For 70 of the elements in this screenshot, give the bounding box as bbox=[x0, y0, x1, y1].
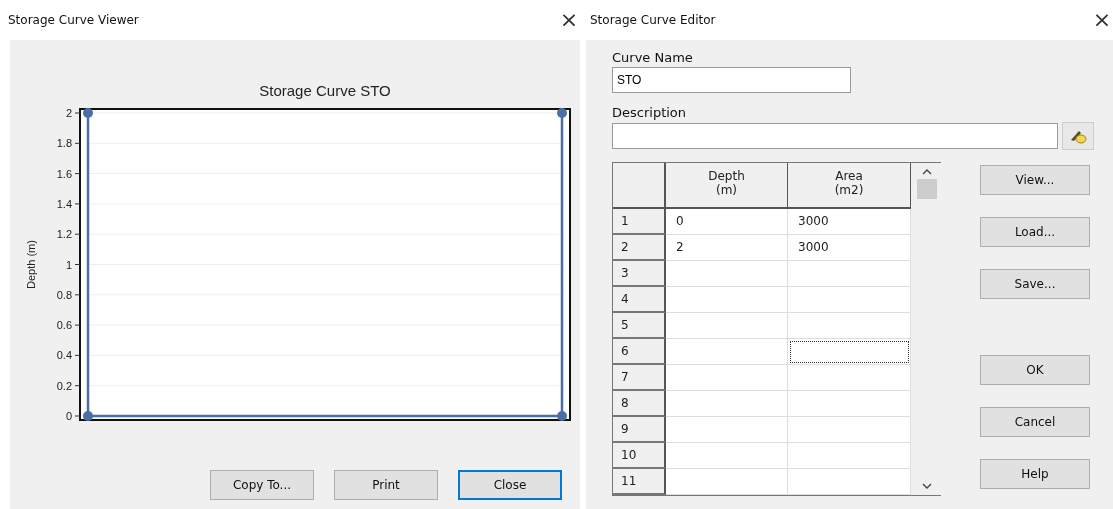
y-tick-label: 1.8 bbox=[56, 137, 72, 150]
dialog-button[interactable]: Print bbox=[334, 470, 438, 500]
table-cell[interactable] bbox=[666, 417, 788, 443]
y-tick-label: 0 bbox=[65, 410, 72, 422]
y-tick-label: 1.4 bbox=[56, 197, 72, 210]
table-cell[interactable] bbox=[788, 417, 911, 443]
dialog-button[interactable]: Save... bbox=[980, 269, 1090, 299]
table-cell[interactable]: 0 bbox=[666, 209, 788, 235]
scroll-thumb[interactable] bbox=[916, 179, 937, 199]
dialog-button[interactable]: View... bbox=[980, 165, 1090, 195]
dialog-button[interactable]: Cancel bbox=[980, 407, 1090, 437]
corner-header bbox=[613, 163, 666, 209]
hand-pencil-icon bbox=[1069, 128, 1087, 144]
dialog-button[interactable]: Help bbox=[980, 459, 1090, 489]
column-header: Area (m2) bbox=[788, 163, 911, 209]
y-tick-label: 1 bbox=[65, 258, 72, 271]
chart-title: Storage Curve STO bbox=[259, 82, 391, 99]
row-header: 11 bbox=[613, 469, 666, 495]
table-cell[interactable] bbox=[666, 443, 788, 469]
table-cell[interactable] bbox=[666, 365, 788, 391]
dialog-button[interactable]: Load... bbox=[980, 217, 1090, 247]
table-cell[interactable] bbox=[666, 313, 788, 339]
row-header: 2 bbox=[613, 235, 666, 261]
table-cell[interactable] bbox=[666, 339, 788, 365]
dialog-button[interactable]: Close bbox=[458, 470, 562, 500]
table-cell[interactable] bbox=[788, 365, 911, 391]
window-title: Storage Curve Viewer bbox=[8, 13, 139, 27]
table-cell[interactable]: 2 bbox=[666, 235, 788, 261]
table-cell[interactable] bbox=[788, 313, 911, 339]
y-tick-label: 2 bbox=[65, 107, 72, 119]
description-field[interactable] bbox=[612, 123, 1058, 149]
scroll-bar[interactable] bbox=[911, 163, 942, 495]
y-tick-label: 0.6 bbox=[56, 319, 72, 332]
dialog-button[interactable]: Copy To... bbox=[210, 470, 314, 500]
y-tick-label: 0.2 bbox=[56, 379, 72, 392]
table-cell[interactable] bbox=[666, 261, 788, 287]
row-header: 6 bbox=[613, 339, 666, 365]
row-header: 7 bbox=[613, 365, 666, 391]
row-header: 4 bbox=[613, 287, 666, 313]
y-tick-label: 1.6 bbox=[56, 167, 72, 180]
y-axis-label: Depth (m) bbox=[25, 240, 37, 289]
table-cell[interactable] bbox=[666, 469, 788, 495]
table-cell[interactable] bbox=[788, 443, 911, 469]
dialog-button[interactable]: OK bbox=[980, 355, 1090, 385]
y-tick-label: 0.4 bbox=[56, 349, 72, 362]
table-cell[interactable] bbox=[788, 339, 911, 365]
edit-button[interactable] bbox=[1062, 122, 1094, 150]
curve-name-field[interactable]: STO bbox=[612, 67, 851, 93]
field-label: Description bbox=[612, 105, 688, 120]
table-cell[interactable]: 3000 bbox=[788, 209, 911, 235]
table-cell[interactable] bbox=[788, 261, 911, 287]
field-label: Curve Name bbox=[612, 50, 694, 65]
close-button[interactable]: × bbox=[1091, 9, 1113, 31]
row-header: 5 bbox=[613, 313, 666, 339]
table-cell[interactable] bbox=[788, 391, 911, 417]
row-header: 3 bbox=[613, 261, 666, 287]
row-header: 9 bbox=[613, 417, 666, 443]
window-title: Storage Curve Editor bbox=[590, 13, 716, 27]
y-tick-label: 0.8 bbox=[56, 288, 72, 301]
column-header: Depth (m) bbox=[666, 163, 788, 209]
row-header: 1 bbox=[613, 209, 666, 235]
table-cell[interactable]: 3000 bbox=[788, 235, 911, 261]
table-cell[interactable] bbox=[666, 391, 788, 417]
table-cell[interactable] bbox=[666, 287, 788, 313]
close-button[interactable]: × bbox=[558, 9, 580, 31]
row-header: 8 bbox=[613, 391, 666, 417]
table-cell[interactable] bbox=[788, 469, 911, 495]
row-header: 10 bbox=[613, 443, 666, 469]
y-tick-label: 1.2 bbox=[56, 228, 72, 241]
table-cell[interactable] bbox=[788, 287, 911, 313]
